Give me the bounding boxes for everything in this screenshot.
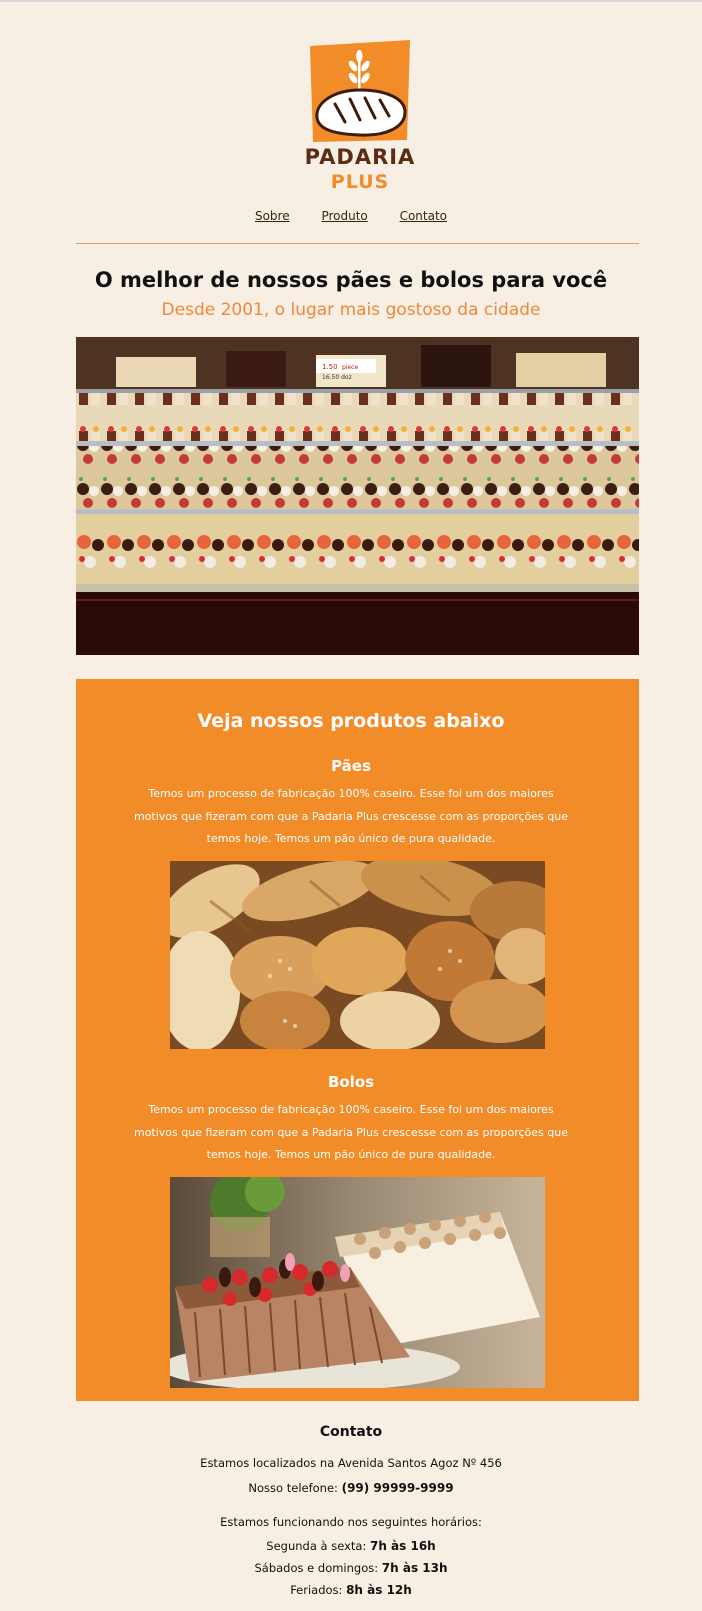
hours-weekends: Sábados e domingos: 7h às 13h <box>0 1561 702 1575</box>
nav-link-sobre[interactable]: Sobre <box>255 209 290 223</box>
main-nav: Sobre Produto Contato <box>0 209 702 223</box>
page-subtitle: Desde 2001, o lugar mais gostoso da cida… <box>161 300 541 320</box>
brand-line-1: PADARIA <box>304 145 416 169</box>
hours-value: 8h às 12h <box>346 1583 412 1597</box>
bread-photo-image <box>170 861 545 1049</box>
hours-label: Sábados e domingos: <box>254 1561 382 1575</box>
category-description-bolos: Temos um processo de fabricação 100% cas… <box>133 1103 568 1161</box>
hours-value: 7h às 13h <box>381 1561 448 1575</box>
hours-value: 7h às 16h <box>369 1539 436 1553</box>
brand-line-2: PLUS <box>330 171 390 193</box>
brand-wordmark: PADARIA PLUS <box>290 145 430 193</box>
header-divider <box>76 243 639 244</box>
category-title-paes: Pães <box>331 757 371 775</box>
nav-link-produto[interactable]: Produto <box>321 209 367 223</box>
phone-label: Nosso telefone: <box>248 1481 342 1495</box>
nav-link-contato[interactable]: Contato <box>400 209 447 223</box>
hero-display-case-image: 1.50 piece 16.50 doz <box>76 337 639 655</box>
category-description-paes: Temos um processo de fabricação 100% cas… <box>133 787 568 845</box>
contact-address: Estamos localizados na Avenida Santos Ag… <box>200 1456 502 1470</box>
browser-top-edge <box>0 0 702 2</box>
cakes-photo-image <box>170 1177 545 1388</box>
hours-label: Feriados: <box>290 1583 347 1597</box>
price-tag-text: 1.50 <box>322 363 338 371</box>
contact-phone-line: Nosso telefone: (99) 99999-9999 <box>0 1481 702 1495</box>
hours-holidays: Feriados: 8h às 12h <box>0 1583 702 1597</box>
contact-title: Contato <box>319 1424 383 1440</box>
price-tag-unit: piece <box>342 364 358 371</box>
hours-weekdays: Segunda à sexta: 7h às 16h <box>0 1539 702 1553</box>
phone-number: (99) 99999-9999 <box>341 1481 454 1495</box>
hours-label: Segunda à sexta: <box>266 1539 370 1553</box>
category-title-bolos: Bolos <box>327 1073 375 1091</box>
products-title: Veja nossos produtos abaixo <box>197 710 505 732</box>
hours-intro: Estamos funcionando nos seguintes horári… <box>220 1515 482 1529</box>
page-title: O melhor de nossos pães e bolos para voc… <box>94 268 608 292</box>
price-tag-dozen: 16.50 doz <box>322 374 352 381</box>
